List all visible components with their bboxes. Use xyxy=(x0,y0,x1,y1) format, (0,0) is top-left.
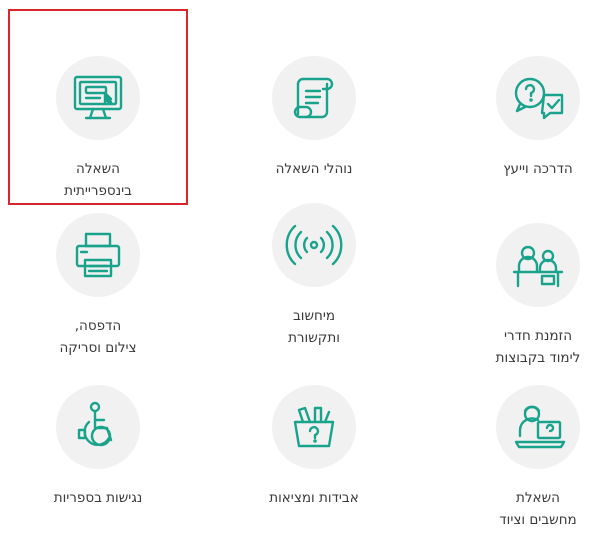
tile-label: הדפסה, צילום וסריקה xyxy=(59,318,137,356)
tile-label: אבידות ומציאות xyxy=(269,490,359,506)
tile-label: מיחשוב ותקשורת xyxy=(288,308,340,346)
tile-computing[interactable]: מיחשוב ותקשורת xyxy=(234,203,394,349)
tile-label: הזמנת חדרי לימוד בקבוצות xyxy=(495,328,581,366)
laptop-user-icon xyxy=(496,385,580,469)
wireless-signal-icon xyxy=(272,203,356,287)
tile-label: נוהלי השאלה xyxy=(275,161,353,177)
lost-found-box-icon xyxy=(272,385,356,469)
tile-equipment-loan[interactable]: השאלת מחשבים וציוד xyxy=(458,385,592,531)
group-study-room-icon xyxy=(496,223,580,307)
tile-interlibrary-loan[interactable]: השאלה בינספרייתית xyxy=(18,56,178,202)
tile-label: השאלה בינספרייתית xyxy=(64,161,132,199)
tile-label: הדרכה וייעץ xyxy=(503,161,573,177)
tile-study-rooms[interactable]: הזמנת חדרי לימוד בקבוצות xyxy=(458,223,592,369)
tile-label: נגישות בספריות xyxy=(53,490,143,506)
computer-monitor-icon xyxy=(56,56,140,140)
tile-guidance[interactable]: הדרכה וייעץ xyxy=(458,56,592,180)
wheelchair-icon xyxy=(56,385,140,469)
tile-printing[interactable]: הדפסה, צילום וסריקה xyxy=(18,213,178,359)
tile-borrowing-rules[interactable]: נוהלי השאלה xyxy=(234,56,394,180)
printer-icon xyxy=(56,213,140,297)
question-chat-icon xyxy=(496,56,580,140)
tile-lost-found[interactable]: אבידות ומציאות xyxy=(234,385,394,509)
services-grid: השאלה בינספרייתית נוהלי השאלה הדרכה וייע… xyxy=(0,0,592,542)
tile-accessibility[interactable]: נגישות בספריות xyxy=(18,385,178,509)
tile-label: השאלת מחשבים וציוד xyxy=(499,490,577,528)
scroll-document-icon xyxy=(272,56,356,140)
